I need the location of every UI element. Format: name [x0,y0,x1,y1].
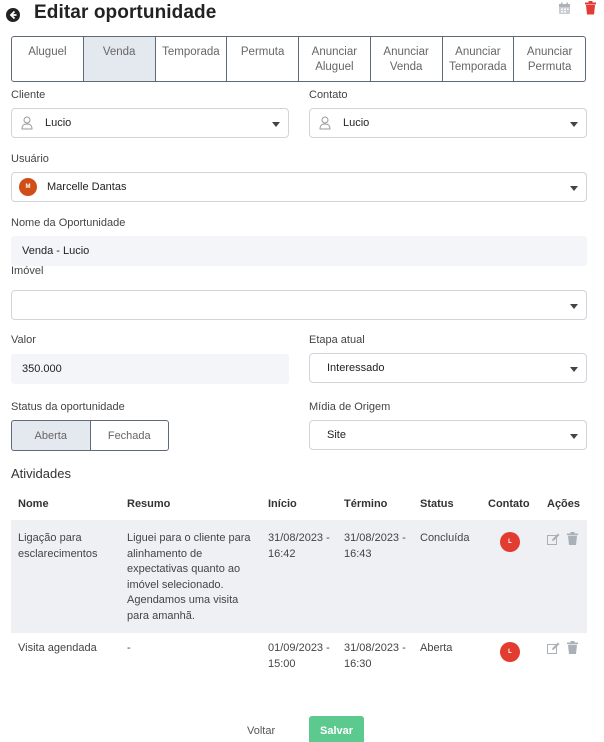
tab-permuta[interactable]: Permuta [227,36,299,82]
user-icon [319,116,331,130]
imovel-label: Imóvel [11,265,44,277]
trash-icon[interactable] [584,1,597,20]
tab-anunciar-aluguel[interactable]: Anunciar Aluguel [299,36,371,82]
tab-aluguel[interactable]: Aluguel [11,36,84,82]
row-1-status: Concluída [420,532,470,544]
cliente-select[interactable]: Lucio [11,108,289,138]
avatar: M [19,178,37,196]
back-button[interactable]: Voltar [247,725,275,737]
row-2-nome: Visita agendada [18,642,97,654]
usuario-value: Marcelle Dantas [47,181,127,193]
usuario-label: Usuário [11,153,49,165]
chevron-down-icon [570,434,578,439]
cliente-value: Lucio [45,117,72,129]
col-acoes: Ações [547,498,581,510]
edit-icon[interactable] [547,533,560,545]
status-toggle: Aberta Fechada [11,420,169,451]
chevron-down-icon [272,122,280,127]
row-2-termino: 31/08/2023 - 16:30 [344,642,406,670]
usuario-select[interactable]: M Marcelle Dantas [11,172,587,202]
imovel-select[interactable] [11,290,587,320]
row-1-contact-avatar: L [500,532,520,552]
midia-value: Site [327,429,346,441]
page-title: Editar oportunidade [34,2,217,23]
tab-anunciar-venda[interactable]: Anunciar Venda [370,36,443,82]
tab-temporada[interactable]: Temporada [155,36,228,82]
etapa-select[interactable]: Interessado [309,353,587,383]
back-arrow-icon[interactable] [6,8,20,22]
col-termino: Término [344,498,388,510]
activities-title: Atividades [11,466,71,481]
col-inicio: Início [268,498,297,510]
nome-input[interactable]: Venda - Lucio [11,236,587,266]
etapa-value: Interessado [327,362,385,374]
cliente-label: Cliente [11,89,46,101]
trash-icon[interactable] [567,532,578,545]
header: Editar oportunidade [0,0,604,30]
status-fechada-button[interactable]: Fechada [89,420,169,451]
user-icon [21,116,33,130]
chevron-down-icon [570,367,578,372]
tab-anunciar-temporada[interactable]: Anunciar Temporada [442,36,515,82]
col-status: Status [420,498,454,510]
row-2-contact-avatar: L [500,642,520,662]
col-nome: Nome [18,498,49,510]
row-1-inicio: 31/08/2023 - 16:42 [268,532,330,560]
contato-select[interactable]: Lucio [309,108,587,138]
contato-value: Lucio [343,117,370,129]
opportunity-type-tabs: Aluguel Venda Temporada Permuta Anunciar… [11,36,586,82]
valor-input[interactable]: 350.000 [11,354,289,384]
contato-label: Contato [309,89,348,101]
row-2-inicio: 01/09/2023 - 15:00 [268,642,330,670]
midia-label: Mídia de Origem [309,401,391,413]
status-aberta-button[interactable]: Aberta [11,420,90,451]
calendar-icon[interactable] [558,2,571,20]
chevron-down-icon [570,304,578,309]
status-label: Status da oportunidade [11,401,125,413]
col-resumo: Resumo [127,498,171,510]
col-contato: Contato [488,498,530,510]
etapa-label: Etapa atual [309,334,365,346]
chevron-down-icon [570,186,578,191]
edit-icon[interactable] [547,642,560,654]
row-1-termino: 31/08/2023 - 16:43 [344,532,406,560]
valor-label: Valor [11,334,36,346]
tab-venda[interactable]: Venda [83,36,156,82]
midia-select[interactable]: Site [309,420,587,450]
row-2-status: Aberta [420,642,453,654]
row-1-resumo: Liguei para o cliente para alinhamento d… [127,532,251,622]
tab-anunciar-permuta[interactable]: Anunciar Permuta [514,36,586,82]
chevron-down-icon [570,122,578,127]
trash-icon[interactable] [567,641,578,654]
save-button[interactable]: Salvar [309,716,364,742]
row-1-nome: Ligação para esclarecimentos [18,532,98,560]
row-2-resumo: - [127,642,131,654]
nome-label: Nome da Oportunidade [11,217,126,229]
